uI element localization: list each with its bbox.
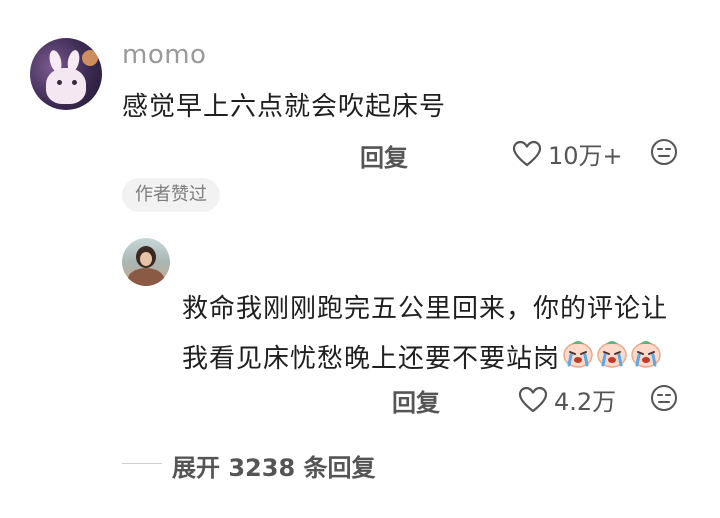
reply-like-count: 4.2万 <box>554 388 617 416</box>
reply-reply-button[interactable]: 回复 <box>392 383 440 418</box>
neutral-face-icon <box>651 385 677 411</box>
emoji-reaction-button[interactable] <box>650 138 678 170</box>
bunny-eye-right <box>72 80 77 85</box>
avatar-shoulders <box>128 268 164 286</box>
heart-icon <box>518 386 548 412</box>
reply-button[interactable]: 回复 <box>360 138 408 173</box>
heart-icon <box>512 140 542 166</box>
avatar-glow <box>82 50 98 66</box>
reply-text-block: 救命我刚刚跑完五公里回来，你的评论让我看见床忧愁晚上还要不要站岗 <box>182 284 692 385</box>
crying-face-emoji <box>562 335 594 385</box>
reply-emoji-reaction-button[interactable] <box>650 384 678 416</box>
comment-text: 感觉早上六点就会吹起床号 <box>122 92 447 122</box>
crying-face-emoji <box>596 335 628 385</box>
like-count: 10万+ <box>548 142 623 170</box>
expand-replies-button[interactable]: 展开 3238 条回复 <box>172 448 376 483</box>
reply-like-button[interactable]: 4.2万 <box>518 382 616 417</box>
avatar-face <box>140 252 152 266</box>
author-liked-badge: 作者赞过 <box>122 178 220 212</box>
avatar[interactable] <box>30 38 102 110</box>
comment-username[interactable]: momo <box>122 40 206 70</box>
expand-divider <box>122 463 162 464</box>
neutral-face-icon <box>651 139 677 165</box>
bunny-body <box>46 68 86 104</box>
crying-face-emoji <box>630 335 662 385</box>
like-button[interactable]: 10万+ <box>512 136 623 171</box>
reply-avatar[interactable] <box>122 238 170 286</box>
bunny-eye-left <box>57 80 62 85</box>
